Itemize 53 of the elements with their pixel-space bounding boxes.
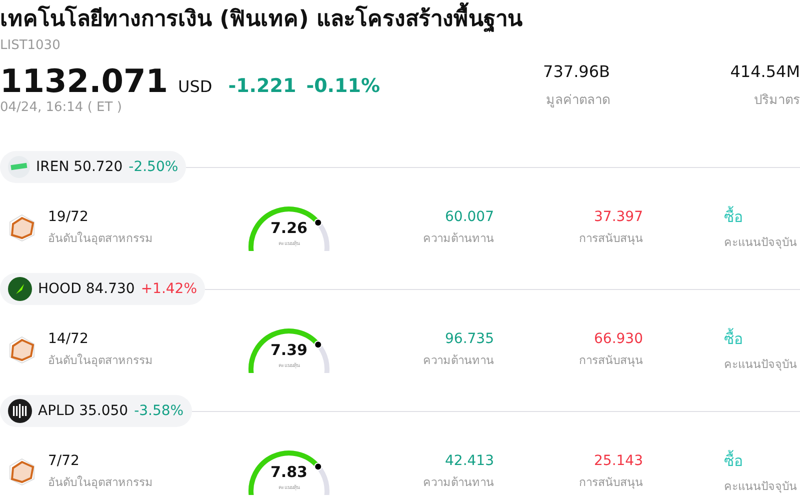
support-label: การสนับสนุน: [579, 474, 643, 491]
rating-value: ซื้อ: [724, 449, 743, 472]
stock-symbol-price: IREN 50.720: [36, 159, 123, 175]
support-value: 66.930: [594, 331, 643, 347]
stock-change: -3.58%: [134, 403, 184, 419]
stock-chip[interactable]: APLD 35.050 -3.58%: [0, 395, 192, 427]
stock-chip[interactable]: HOOD 84.730 +1.42%: [0, 273, 206, 305]
stat-label: ปริมาตร: [754, 92, 800, 110]
industry-rank-label: อันดับในอุตสาหกรรม: [48, 230, 153, 247]
industry-rank: 7/72: [48, 453, 80, 469]
industry-rank: 14/72: [48, 331, 88, 347]
support-value: 37.397: [594, 209, 643, 225]
index-price: 1132.071: [0, 62, 168, 100]
rating-label: คะแนนปัจจุบัน: [724, 356, 797, 373]
industry-rank: 19/72: [48, 209, 88, 225]
price-change: -1.221: [228, 75, 296, 97]
resistance-label: ความต้านทาน: [423, 230, 494, 247]
radar-chart-icon: [8, 457, 36, 487]
stock-symbol-price: HOOD 84.730: [38, 281, 135, 297]
stock-chip[interactable]: IREN 50.720 -2.50%: [0, 151, 186, 183]
rating-value: ซื้อ: [724, 205, 743, 228]
resistance-label: ความต้านทาน: [423, 352, 494, 369]
support-label: การสนับสนุน: [579, 352, 643, 369]
score-value: 7.39: [269, 341, 308, 359]
resistance-value: 96.735: [445, 331, 494, 347]
industry-rank-label: อันดับในอุตสาหกรรม: [48, 352, 153, 369]
radar-chart-icon: [8, 213, 36, 243]
resistance-label: ความต้านทาน: [423, 474, 494, 491]
list-code: LIST1030: [0, 38, 62, 54]
stock-change: -2.50%: [128, 159, 178, 175]
logo-icon: [8, 277, 32, 301]
currency-label: USD: [178, 77, 212, 96]
logo-icon: [8, 399, 32, 423]
stock-symbol-price: APLD 35.050: [38, 403, 128, 419]
support-value: 25.143: [594, 453, 643, 469]
rating-label: คะแนนปัจจุบัน: [724, 234, 797, 251]
rating-label: คะแนนปัจจุบัน: [724, 478, 797, 495]
score-value: 7.26: [269, 219, 308, 237]
score-value: 7.83: [269, 463, 308, 481]
resistance-value: 60.007: [445, 209, 494, 225]
rating-value: ซื้อ: [724, 327, 743, 350]
page-title: เทคโนโลยีทางการเงิน (ฟินเทค) และโครงสร้างพื้นฐาน: [0, 0, 522, 38]
logo-icon: [8, 156, 30, 178]
support-label: การสนับสนุน: [579, 230, 643, 247]
stock-change: +1.42%: [140, 281, 198, 297]
stat-label: มูลค่าตลาด: [546, 92, 610, 110]
percent-change: -0.11%: [306, 75, 380, 97]
timestamp: 04/24, 16:14 ( ET ): [0, 100, 123, 115]
stat-value: 737.96B: [543, 62, 610, 81]
resistance-value: 42.413: [445, 453, 494, 469]
stat-value: 414.54M: [730, 62, 800, 81]
radar-chart-icon: [8, 335, 36, 365]
industry-rank-label: อันดับในอุตสาหกรรม: [48, 474, 153, 491]
